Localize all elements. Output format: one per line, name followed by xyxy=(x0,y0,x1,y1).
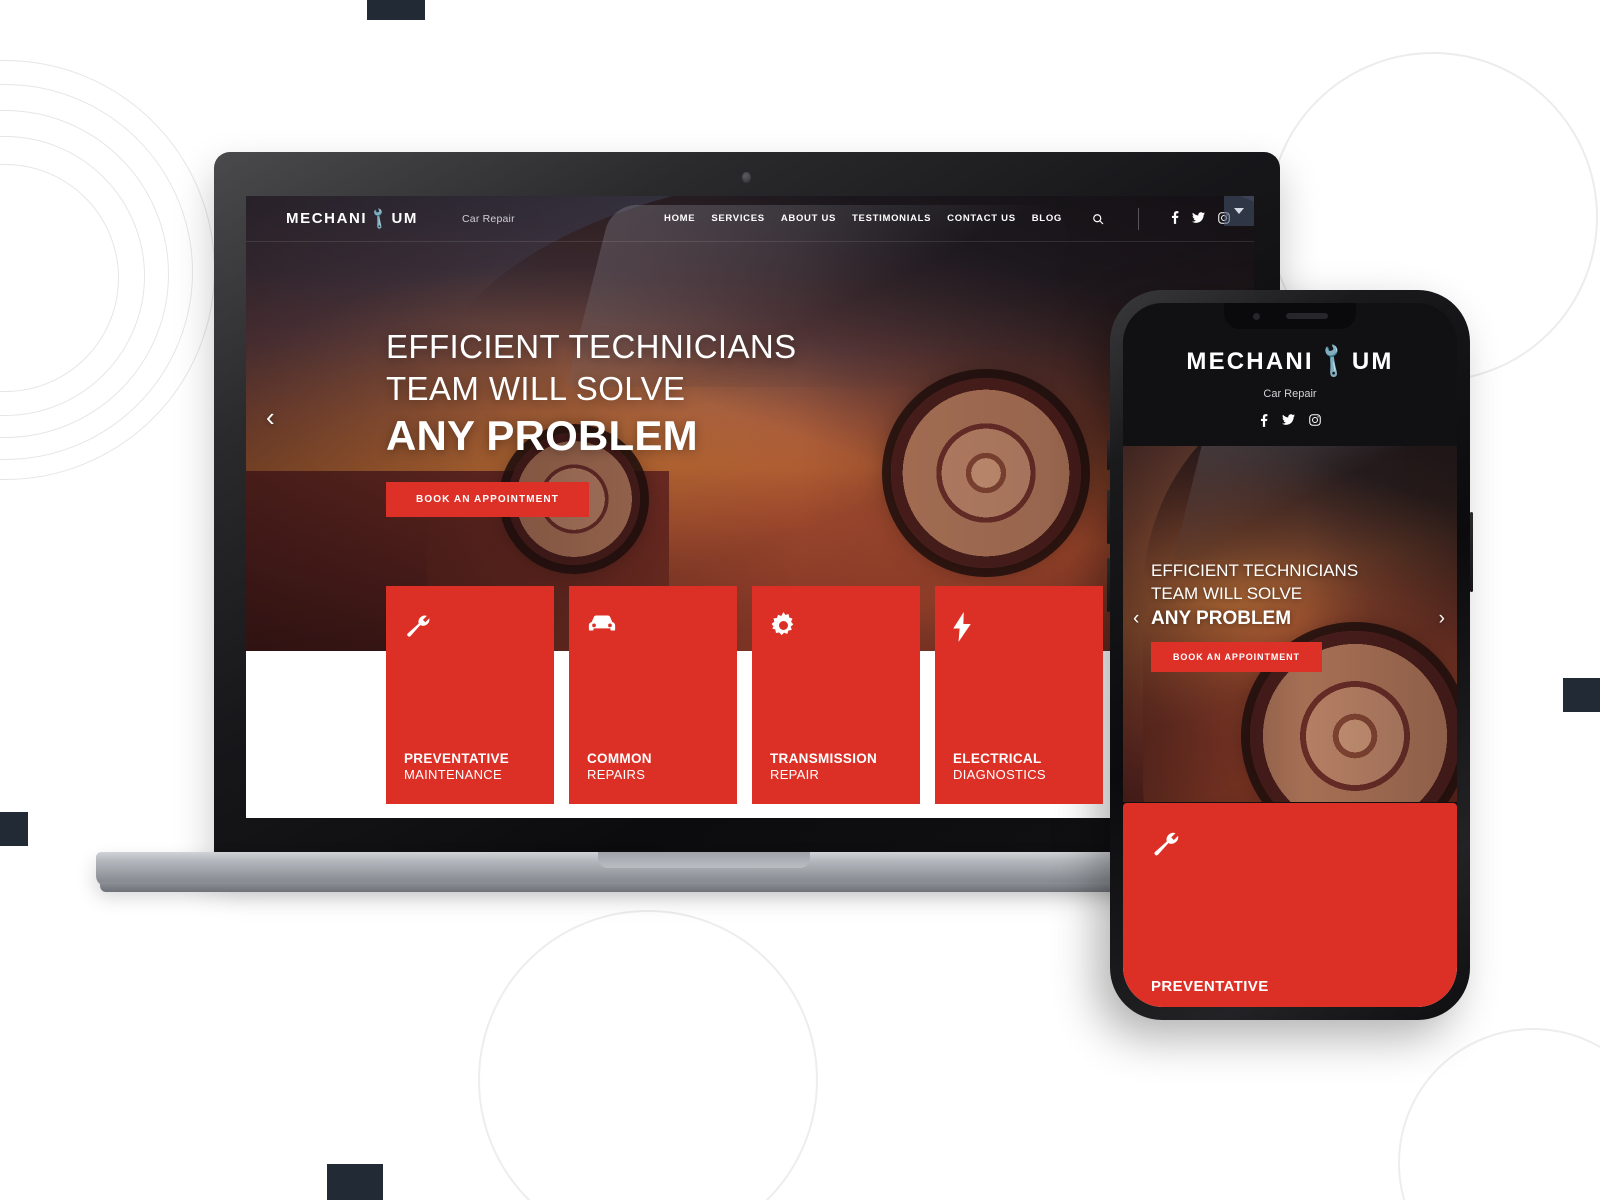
gear-icon xyxy=(770,612,902,658)
phone-volume-down-button xyxy=(1107,558,1110,612)
book-appointment-button[interactable]: BOOK AN APPOINTMENT xyxy=(386,482,589,518)
hero-line-3: ANY PROBLEM xyxy=(386,412,698,460)
wrench-icon xyxy=(404,612,536,658)
decor-square-left xyxy=(0,812,28,846)
mobile-site-logo[interactable]: MECHANI 🔧 UM xyxy=(1123,341,1457,382)
nav-link-services[interactable]: SERVICES xyxy=(711,213,764,224)
nav-link-about-us[interactable]: ABOUT US xyxy=(781,213,836,224)
nav-link-blog[interactable]: BLOG xyxy=(1032,213,1062,224)
nav-divider xyxy=(1138,207,1139,230)
nav-link-home[interactable]: HOME xyxy=(664,213,695,224)
phone-screen: MECHANI 🔧 UM Car Repair ‹ › EFFICIENT TE… xyxy=(1123,303,1457,1007)
nav-link-testimonials[interactable]: TESTIMONIALS xyxy=(852,213,931,224)
wrench-icon xyxy=(1151,829,1429,864)
mobile-hero-line-3: ANY PROBLEM xyxy=(1151,607,1292,629)
facebook-icon[interactable] xyxy=(1260,414,1268,430)
service-cards: PREVENTATIVE MAINTENANCE COMMON REPAIRS xyxy=(386,586,1103,804)
desktop-social-links xyxy=(1171,211,1230,226)
laptop-screen: MECHANI 🔧 UM Car Repair HOME SERVICES AB… xyxy=(246,196,1254,818)
desktop-hero-copy: EFFICIENT TECHNICIANS TEAM WILL SOLVE AN… xyxy=(386,326,797,518)
laptop-webcam xyxy=(742,172,751,183)
front-camera-icon xyxy=(1252,312,1260,320)
hero-line-2: TEAM WILL SOLVE xyxy=(386,370,686,408)
chevron-down-icon[interactable] xyxy=(1224,196,1254,226)
service-card-title: ELECTRICAL xyxy=(953,751,1042,766)
service-card-electrical-diagnostics[interactable]: ELECTRICAL DIAGNOSTICS xyxy=(935,586,1103,804)
desktop-navbar: MECHANI 🔧 UM Car Repair HOME SERVICES AB… xyxy=(246,196,1254,242)
bolt-icon xyxy=(953,612,1085,658)
mobile-hero-copy: EFFICIENT TECHNICIANS TEAM WILL SOLVE AN… xyxy=(1151,560,1358,672)
mobile-hero-prev-arrow[interactable]: ‹ xyxy=(1133,608,1139,630)
mobile-service-card-title: PREVENTATIVE xyxy=(1151,978,1269,995)
service-card-title: PREVENTATIVE xyxy=(404,751,510,766)
service-card-transmission-repair[interactable]: TRANSMISSION REPAIR xyxy=(752,586,920,804)
service-card-common-repairs[interactable]: COMMON REPAIRS xyxy=(569,586,737,804)
mobile-social-links xyxy=(1123,414,1457,430)
service-card-preventative-maintenance[interactable]: PREVENTATIVE MAINTENANCE xyxy=(386,586,554,804)
decor-circle-bottom-right xyxy=(1398,1028,1600,1200)
search-icon[interactable] xyxy=(1092,213,1104,225)
decor-square-top xyxy=(367,0,425,20)
service-card-subtitle: DIAGNOSTICS xyxy=(953,767,1046,782)
hero-prev-arrow[interactable]: ‹ xyxy=(266,402,275,433)
mobile-site-tagline: Car Repair xyxy=(1263,388,1317,400)
service-card-title: COMMON xyxy=(587,751,652,766)
desktop-hero: MECHANI 🔧 UM Car Repair HOME SERVICES AB… xyxy=(246,196,1254,651)
site-tagline: Car Repair xyxy=(462,212,515,225)
mobile-hero-line-1: EFFICIENT TECHNICIANS xyxy=(1151,561,1359,580)
decor-circle-bottom-center xyxy=(478,910,818,1200)
desktop-nav-links: HOME SERVICES ABOUT US TESTIMONIALS CONT… xyxy=(664,207,1230,230)
site-logo[interactable]: MECHANI 🔧 UM xyxy=(286,206,419,232)
hero-line-1: EFFICIENT TECHNICIANS xyxy=(386,328,797,365)
instagram-icon[interactable] xyxy=(1308,414,1321,430)
decor-square-right xyxy=(1563,678,1600,712)
service-card-subtitle: REPAIR xyxy=(770,767,820,782)
wrench-icon: 🔧 xyxy=(365,205,393,232)
mobile-hero-line-2: TEAM WILL SOLVE xyxy=(1151,583,1303,603)
service-card-subtitle: MAINTENANCE xyxy=(404,767,502,782)
twitter-icon[interactable] xyxy=(1192,212,1205,225)
service-card-title: TRANSMISSION xyxy=(770,751,878,766)
nav-link-contact-us[interactable]: CONTACT US xyxy=(947,213,1016,224)
mockup-scene: MECHANI 🔧 UM Car Repair HOME SERVICES AB… xyxy=(0,0,1600,1200)
service-card-subtitle: REPAIRS xyxy=(587,767,646,782)
logo-text-before: MECHANI xyxy=(286,210,368,227)
earpiece-speaker xyxy=(1285,313,1328,319)
logo-text-after: UM xyxy=(1351,347,1394,375)
decor-square-bottom xyxy=(327,1164,383,1200)
mobile-hero: ‹ › EFFICIENT TECHNICIANS TEAM WILL SOLV… xyxy=(1123,446,1457,802)
phone-mute-switch xyxy=(1107,440,1110,470)
wrench-icon: 🔧 xyxy=(1311,340,1354,383)
mobile-book-appointment-button[interactable]: BOOK AN APPOINTMENT xyxy=(1151,641,1322,672)
logo-text-before: MECHANI xyxy=(1186,347,1314,375)
twitter-icon[interactable] xyxy=(1281,414,1295,430)
laptop-base-notch xyxy=(597,852,810,868)
mobile-service-card-preventative[interactable]: PREVENTATIVE xyxy=(1123,803,1457,1007)
phone-volume-up-button xyxy=(1107,490,1110,544)
phone-notch xyxy=(1224,303,1356,329)
logo-text-after: UM xyxy=(391,210,419,227)
facebook-icon[interactable] xyxy=(1171,211,1179,226)
car-icon xyxy=(587,612,719,658)
mobile-hero-next-arrow[interactable]: › xyxy=(1439,608,1445,630)
phone-mockup: MECHANI 🔧 UM Car Repair ‹ › EFFICIENT TE… xyxy=(1107,290,1473,1020)
phone-power-button xyxy=(1470,512,1473,592)
